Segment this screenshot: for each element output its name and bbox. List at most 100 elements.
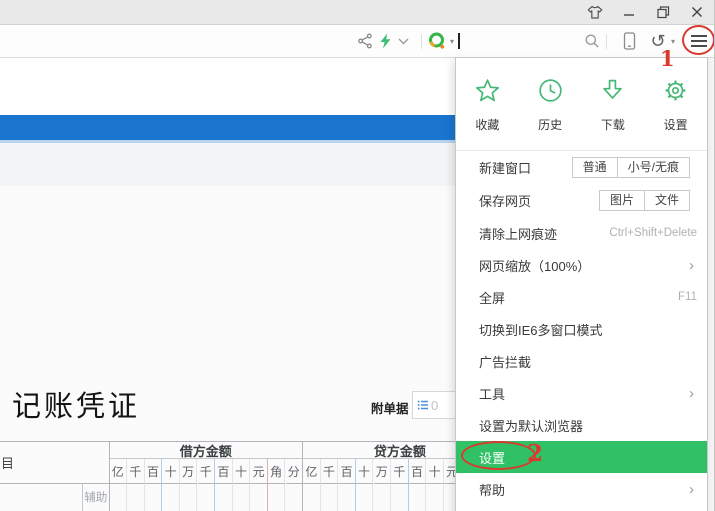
attachment-count: 0 — [431, 398, 438, 413]
menu-item-label: 新建窗口 — [479, 158, 531, 177]
aux-label: 辅助 — [83, 484, 109, 511]
menu-item-ad-block[interactable]: 广告拦截 — [456, 345, 707, 377]
quick-item-label: 历史 — [538, 116, 562, 133]
menu-item-label: 切换到IE6多窗口模式 — [479, 320, 603, 339]
menu-button-save-page[interactable]: 文件 — [644, 190, 690, 211]
chevron-down-icon[interactable] — [395, 25, 411, 57]
skin-icon[interactable] — [578, 0, 612, 24]
amount-digit-cell[interactable] — [250, 484, 268, 511]
menu-button-save-page[interactable]: 图片 — [599, 190, 645, 211]
toolbar-separator — [606, 34, 607, 49]
page-scrollbar-area[interactable] — [708, 57, 715, 511]
close-icon[interactable] — [680, 0, 714, 24]
digit-column-header: 十 — [426, 459, 444, 484]
undo-icon[interactable]: ↺ — [648, 25, 668, 57]
amount-digit-cell[interactable] — [426, 484, 444, 511]
table-header-left: 目 — [0, 442, 110, 484]
digit-column-header: 亿 — [303, 459, 321, 484]
title-bar — [0, 0, 714, 25]
menu-item-settings[interactable]: 设置 — [456, 441, 707, 473]
list-icon — [417, 399, 429, 411]
digit-column-header: 百 — [145, 459, 163, 484]
menu-items: 新建窗口 普通小号/无痕保存网页 图片文件清除上网痕迹Ctrl+Shift+Dele… — [456, 151, 707, 505]
menu-button-new-window[interactable]: 小号/无痕 — [617, 157, 690, 178]
minimize-icon[interactable] — [612, 0, 646, 24]
aux-balance-cell: 辅助余额 — [83, 484, 110, 511]
menu-item-label: 全屏 — [479, 288, 505, 307]
browser-window: ▾ ↺ ▾ 演示文档 — [0, 0, 715, 511]
menu-item-fullscreen[interactable]: 全屏F11 — [456, 281, 707, 313]
digit-column-header: 百 — [409, 459, 427, 484]
download-icon — [599, 77, 626, 109]
amount-digit-cell[interactable] — [145, 484, 163, 511]
menu-button-new-window[interactable]: 普通 — [572, 157, 618, 178]
quick-item-clock[interactable]: 历史 — [519, 58, 582, 150]
digit-column-header: 元 — [250, 459, 268, 484]
browser-menu-panel: 收藏历史下载设置 新建窗口普通小号/无痕保存网页图片文件清除上网痕迹Ctrl+S… — [455, 57, 708, 511]
submenu-chevron-icon: › — [689, 386, 697, 401]
quick-item-label: 设置 — [664, 116, 688, 133]
amount-digit-cell[interactable] — [215, 484, 233, 511]
amount-digit-cell[interactable] — [374, 484, 392, 511]
digit-column-header: 万 — [180, 459, 198, 484]
menu-item-set-default-browser[interactable]: 设置为默认浏览器 — [456, 409, 707, 441]
digit-column-header: 亿 — [110, 459, 128, 484]
quick-item-label: 收藏 — [475, 116, 499, 133]
amount-digit-cell[interactable] — [110, 484, 128, 511]
amount-digit-cell[interactable] — [286, 484, 304, 511]
quick-item-star[interactable]: 收藏 — [456, 58, 519, 150]
digit-column-header: 万 — [374, 459, 392, 484]
digit-column-header: 角 — [268, 459, 286, 484]
amount-digit-cell[interactable] — [409, 484, 427, 511]
menu-item-save-page[interactable]: 保存网页 图片文件 — [456, 184, 707, 217]
logo-caret-icon[interactable]: ▾ — [447, 25, 457, 57]
menu-item-label: 广告拦截 — [479, 352, 531, 371]
digit-column-header: 百 — [338, 459, 356, 484]
amount-digit-cell[interactable] — [356, 484, 374, 511]
menu-item-label: 设置为默认浏览器 — [479, 416, 583, 435]
menu-item-help[interactable]: 帮助› — [456, 473, 707, 505]
text-cursor — [458, 33, 460, 49]
amount-digit-cell[interactable] — [162, 484, 180, 511]
browser-logo-icon[interactable] — [427, 25, 447, 57]
amount-digit-cell[interactable] — [180, 484, 198, 511]
amount-digit-cell[interactable] — [233, 484, 251, 511]
mobile-icon[interactable] — [619, 25, 639, 57]
menu-item-buttons: 普通小号/无痕 — [572, 157, 690, 178]
menu-item-label: 工具 — [479, 384, 505, 403]
window-controls — [578, 0, 714, 24]
search-icon[interactable] — [582, 25, 602, 57]
menu-item-clear-history[interactable]: 清除上网痕迹Ctrl+Shift+Delete — [456, 217, 707, 249]
restore-icon[interactable] — [646, 0, 680, 24]
menu-quick-actions: 收藏 历史 下载 设置 — [456, 58, 707, 150]
menu-item-page-zoom[interactable]: 网页缩放（100%）› — [456, 249, 707, 281]
amount-digit-cell[interactable] — [338, 484, 356, 511]
amount-digit-cell[interactable] — [268, 484, 286, 511]
digit-column-header: 千 — [198, 459, 216, 484]
menu-item-tools[interactable]: 工具 › — [456, 377, 707, 409]
amount-digit-cell[interactable] — [391, 484, 409, 511]
menu-item-new-window[interactable]: 新建窗口 普通小号/无痕 — [456, 151, 707, 184]
menu-item-label: 帮助 — [479, 480, 505, 499]
amount-digit-cell[interactable] — [127, 484, 145, 511]
menu-icon[interactable] — [688, 25, 710, 57]
amount-digit-cell[interactable] — [198, 484, 216, 511]
menu-item-label: 网页缩放（100%） — [479, 256, 590, 275]
menu-item-ie6-mode[interactable]: 切换到IE6多窗口模式 — [456, 313, 707, 345]
digit-column-header: 十 — [162, 459, 180, 484]
quick-item-label: 下载 — [601, 116, 625, 133]
share-icon[interactable] — [355, 25, 375, 57]
lightning-icon[interactable] — [376, 25, 394, 57]
menu-item-label: 保存网页 — [479, 191, 531, 210]
quick-item-download[interactable]: 下载 — [582, 58, 645, 150]
undo-caret-icon[interactable]: ▾ — [668, 25, 678, 57]
digit-column-header: 千 — [321, 459, 339, 484]
amount-digit-cell[interactable] — [321, 484, 339, 511]
digit-column-header: 分 — [286, 459, 304, 484]
digit-column-header: 十 — [233, 459, 251, 484]
digit-column-header: 十 — [356, 459, 374, 484]
quick-item-gear[interactable]: 设置 — [644, 58, 707, 150]
voucher-table: 目借方金额贷方金额亿千百十万千百十元角分亿千百十万千百十元角分辅助余额辅助余额辅… — [0, 441, 500, 511]
clock-icon — [537, 77, 564, 109]
amount-digit-cell[interactable] — [303, 484, 321, 511]
